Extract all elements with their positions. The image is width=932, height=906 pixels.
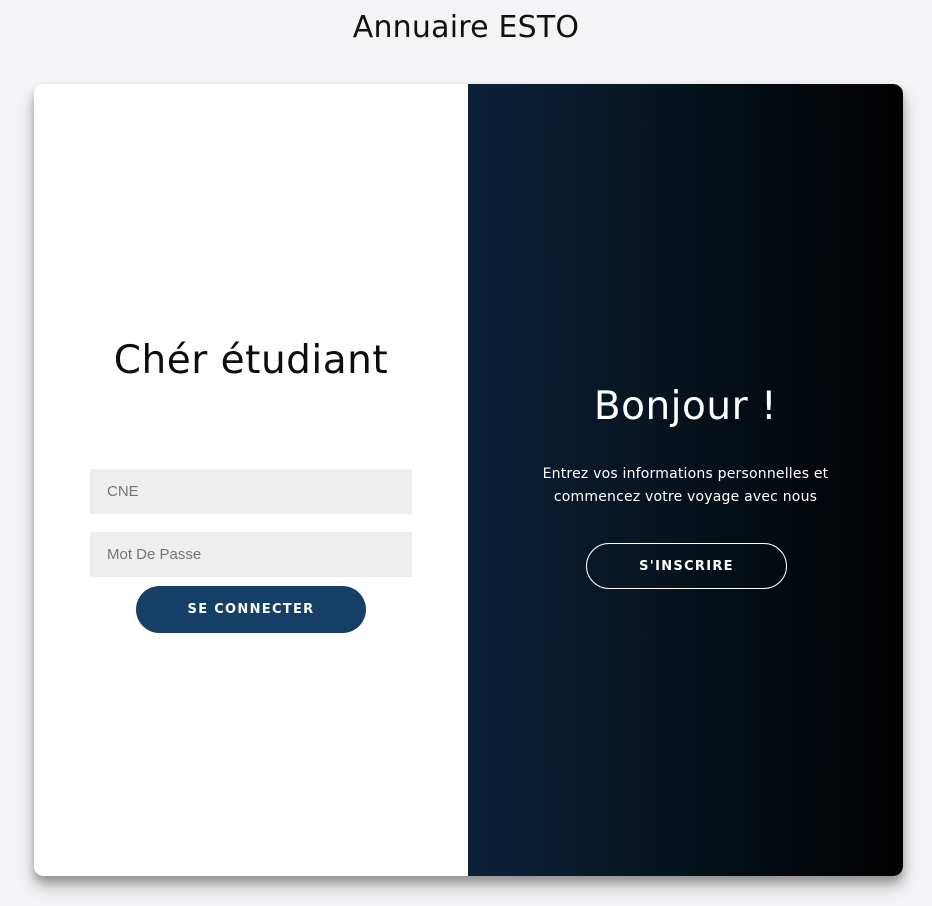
password-input[interactable] — [90, 532, 412, 577]
login-button[interactable]: SE CONNECTER — [136, 586, 366, 633]
welcome-text: Entrez vos informations personnelles et … — [542, 466, 829, 505]
cne-input[interactable] — [90, 469, 412, 514]
signup-button[interactable]: S'INSCRIRE — [586, 543, 787, 589]
welcome-heading: Bonjour ! — [593, 384, 778, 429]
page-title: Annuaire ESTO — [352, 10, 580, 45]
auth-card: Chér étudiant SE CONNECTER Bonjour ! Ent… — [34, 84, 903, 876]
welcome-panel: Bonjour ! Entrez vos informations person… — [468, 84, 903, 876]
login-heading: Chér étudiant — [113, 338, 389, 383]
login-panel: Chér étudiant SE CONNECTER — [34, 84, 468, 876]
